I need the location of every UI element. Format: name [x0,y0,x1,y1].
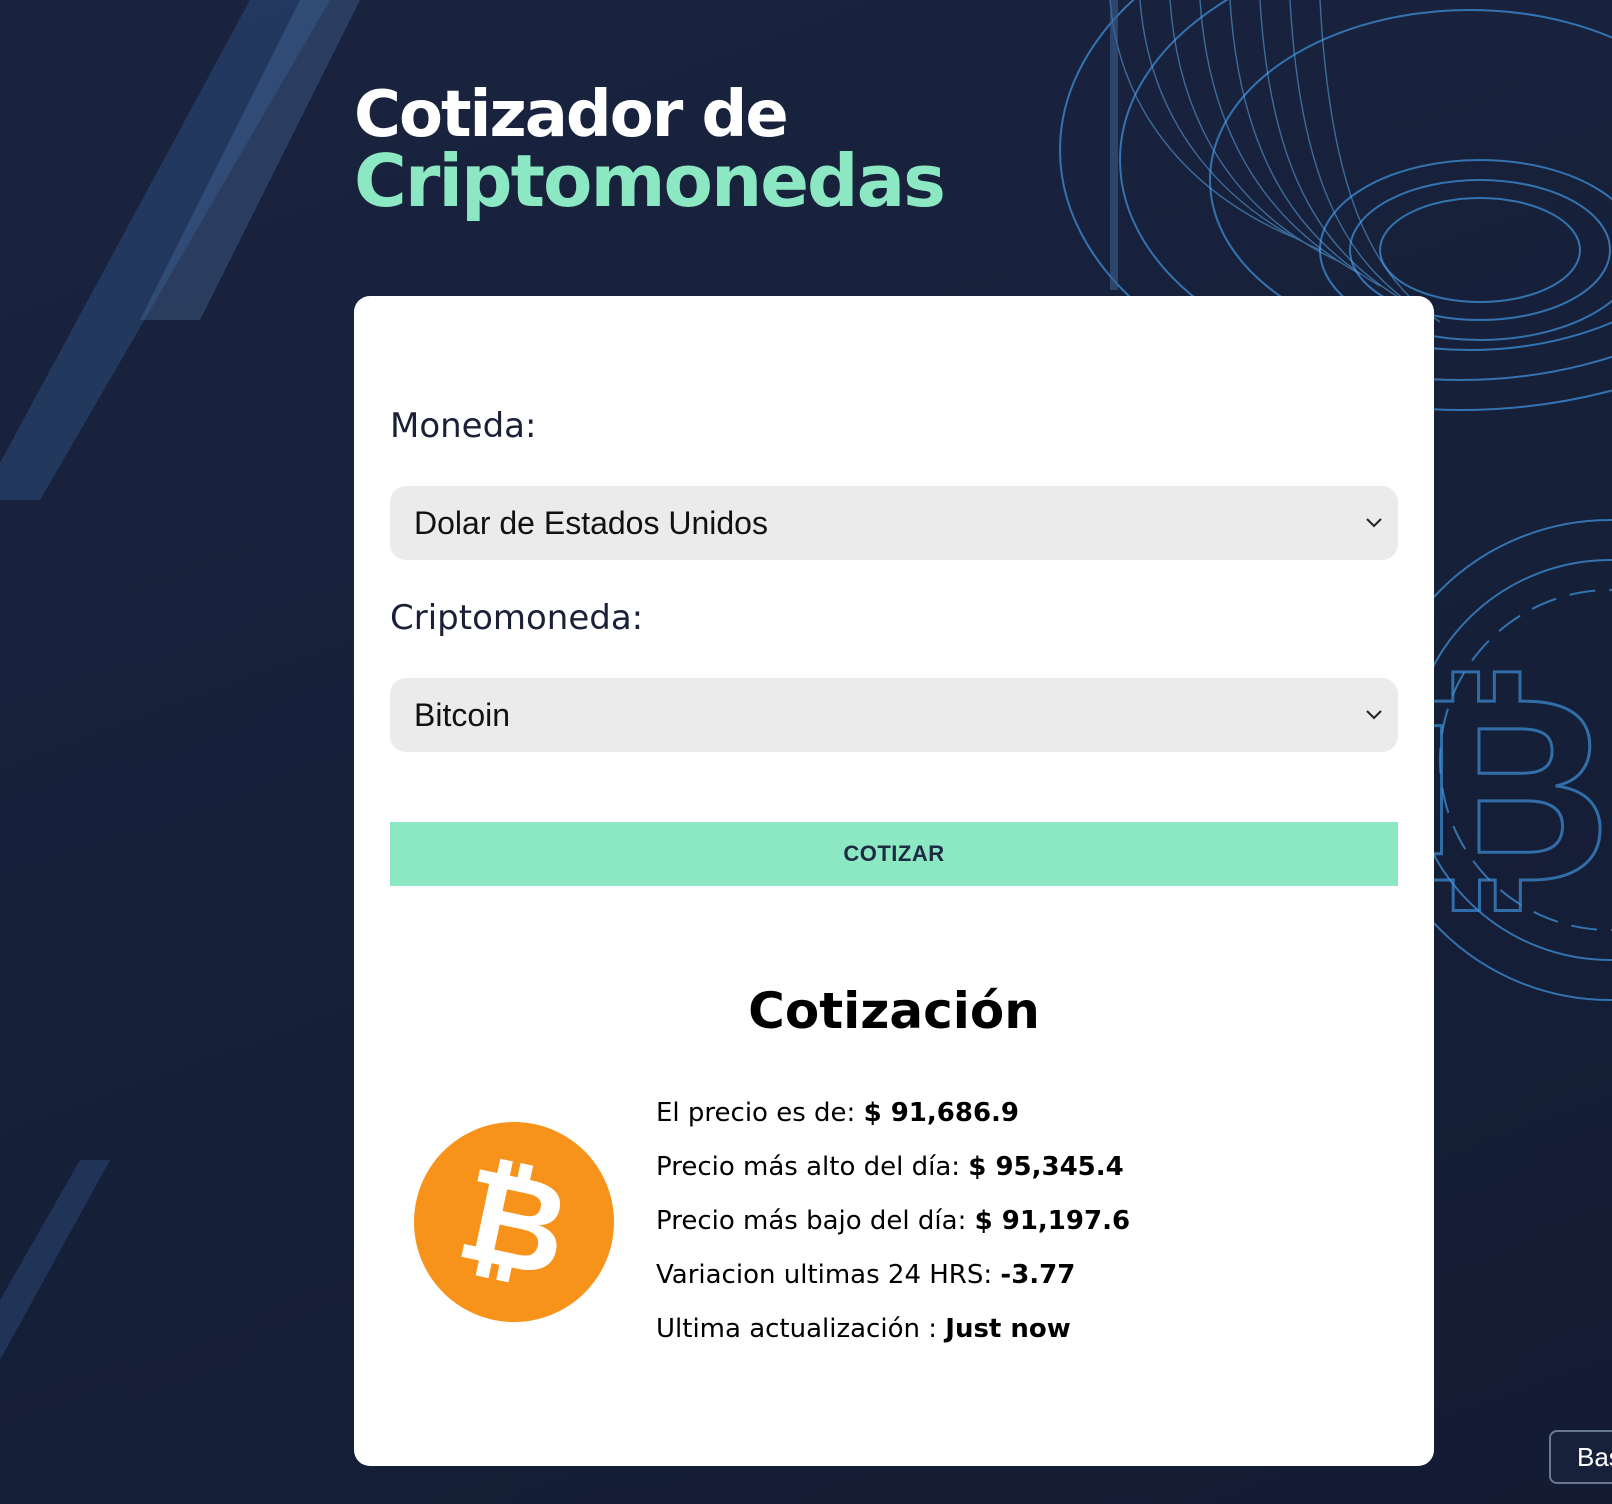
updated-row: Ultima actualización : Just now [656,1302,1130,1356]
price-row: El precio es de: $ 91,686.9 [656,1086,1130,1140]
updated-label: Ultima actualización : [656,1314,937,1344]
cotizar-button[interactable]: COTIZAR [390,822,1398,886]
chevron-down-icon [1366,518,1382,528]
low-label: Precio más bajo del día: [656,1206,967,1236]
price-label: El precio es de: [656,1098,856,1128]
currency-select-value: Dolar de Estados Unidos [414,504,768,541]
change-label: Variacion ultimas 24 HRS: [656,1260,993,1290]
high-label: Precio más alto del día: [656,1152,961,1182]
quote-card: Moneda: Dolar de Estados Unidos Criptomo… [354,296,1434,1466]
crypto-label: Criptomoneda: [390,598,644,638]
page-title: Cotizador de Criptomonedas [354,82,946,223]
currency-label: Moneda: [390,406,537,446]
price-value: $ 91,686.9 [863,1098,1020,1128]
high-row: Precio más alto del día: $ 95,345.4 [656,1140,1130,1194]
chevron-down-icon [1366,710,1382,720]
change-value: -3.77 [1000,1260,1076,1290]
low-value: $ 91,197.6 [974,1206,1131,1236]
corner-button[interactable]: Bas [1549,1430,1612,1484]
high-value: $ 95,345.4 [968,1152,1124,1182]
change-row: Variacion ultimas 24 HRS: -3.77 [656,1248,1130,1302]
result-title: Cotización [748,982,1040,1040]
crypto-select[interactable]: Bitcoin [390,678,1398,752]
bitcoin-icon: ₿ [414,1122,614,1322]
quote-details: El precio es de: $ 91,686.9 Precio más a… [656,1086,1130,1356]
updated-value: Just now [945,1314,1071,1344]
currency-select[interactable]: Dolar de Estados Unidos [390,486,1398,560]
crypto-select-value: Bitcoin [414,696,511,733]
low-row: Precio más bajo del día: $ 91,197.6 [656,1194,1130,1248]
page-title-line2: Criptomonedas [354,139,946,223]
